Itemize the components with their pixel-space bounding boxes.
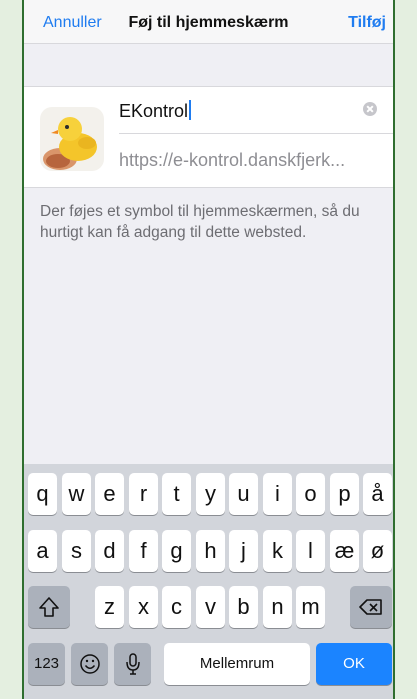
key-f[interactable]: f (129, 530, 158, 572)
key-a[interactable]: a (28, 530, 57, 572)
key-u[interactable]: u (229, 473, 258, 515)
key-i[interactable]: i (263, 473, 292, 515)
key-o[interactable]: o (296, 473, 325, 515)
key-ae[interactable]: æ (330, 530, 359, 572)
key-t[interactable]: t (162, 473, 191, 515)
key-s[interactable]: s (62, 530, 91, 572)
key-r[interactable]: r (129, 473, 158, 515)
key-e[interactable]: e (95, 473, 124, 515)
key-z[interactable]: z (95, 586, 124, 628)
keyboard: q w e r t y u i o p å a s d f g h j k l … (24, 464, 393, 699)
key-b[interactable]: b (229, 586, 258, 628)
emoji-key[interactable] (71, 643, 108, 685)
emoji-icon (71, 643, 108, 685)
key-x[interactable]: x (129, 586, 158, 628)
key-q[interactable]: q (28, 473, 57, 515)
name-field[interactable]: EKontrol (119, 87, 393, 134)
key-y[interactable]: y (196, 473, 225, 515)
page-title: Føj til hjemmeskærm (128, 14, 289, 31)
microphone-icon (114, 643, 151, 685)
key-d[interactable]: d (95, 530, 124, 572)
bookmark-form: EKontrol https://e-kontrol.danskfjerk... (24, 86, 393, 188)
url-label: https://e-kontrol.danskfjerk... (119, 150, 346, 170)
shift-key[interactable] (28, 586, 70, 628)
info-text: Der føjes et symbol til hjemmeskærmen, s… (40, 203, 360, 241)
shift-icon (28, 586, 70, 628)
key-m[interactable]: m (296, 586, 325, 628)
name-field-value: EKontrol (119, 101, 189, 121)
key-n[interactable]: n (263, 586, 292, 628)
key-p[interactable]: p (330, 473, 359, 515)
clear-text-icon[interactable] (363, 102, 377, 116)
backspace-icon (350, 586, 392, 628)
key-h[interactable]: h (196, 530, 225, 572)
backspace-key[interactable] (350, 586, 392, 628)
space-key[interactable]: Mellemrum (164, 643, 310, 685)
key-g[interactable]: g (162, 530, 191, 572)
key-aa[interactable]: å (363, 473, 392, 515)
key-oe[interactable]: ø (363, 530, 392, 572)
key-l[interactable]: l (296, 530, 325, 572)
navigation-bar: Annuller Føj til hjemmeskærm Tilføj (24, 0, 393, 44)
key-v[interactable]: v (196, 586, 225, 628)
chick-app-icon (40, 107, 104, 171)
key-w[interactable]: w (62, 473, 91, 515)
numbers-key[interactable]: 123 (28, 643, 65, 685)
key-k[interactable]: k (263, 530, 292, 572)
dictation-key[interactable] (114, 643, 151, 685)
ok-key[interactable]: OK (316, 643, 392, 685)
key-c[interactable]: c (162, 586, 191, 628)
key-j[interactable]: j (229, 530, 258, 572)
text-caret (189, 100, 192, 120)
add-to-homescreen-sheet: Annuller Føj til hjemmeskærm Tilføj EKon… (22, 0, 395, 699)
add-button[interactable]: Tilføj (348, 14, 386, 32)
